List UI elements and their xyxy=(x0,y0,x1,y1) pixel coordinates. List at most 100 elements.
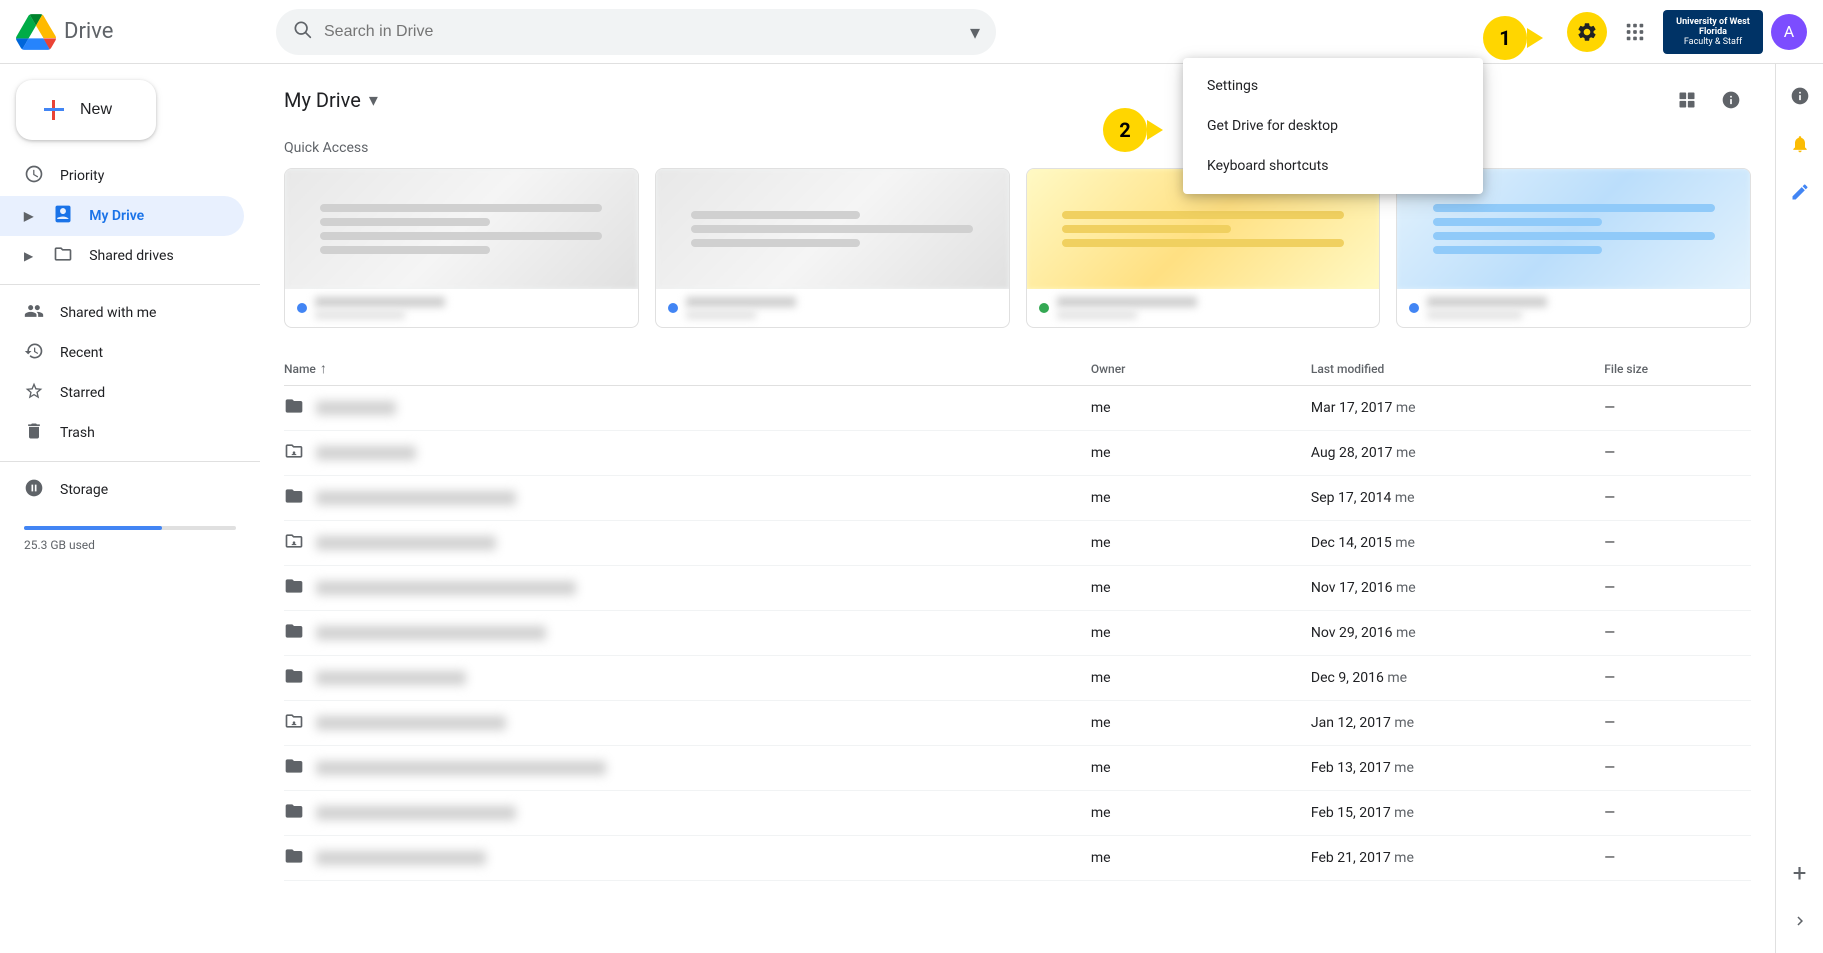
university-name: University of West Florida xyxy=(1671,17,1755,37)
file-name-cell xyxy=(284,521,1091,566)
search-dropdown-icon[interactable]: ▾ xyxy=(970,20,980,44)
table-row[interactable]: me Sep 17, 2014 me — xyxy=(284,476,1751,521)
owner-cell: me xyxy=(1091,836,1311,881)
card-name xyxy=(1057,297,1197,307)
owner-cell: me xyxy=(1091,566,1311,611)
university-badge[interactable]: University of West Florida Faculty & Sta… xyxy=(1663,10,1763,54)
my-drive-expand-arrow[interactable]: ▶ xyxy=(24,209,33,223)
add-panel-icon[interactable]: + xyxy=(1780,853,1820,893)
folder-icon xyxy=(284,846,304,870)
university-sub: Faculty & Staff xyxy=(1684,37,1742,47)
folder-icon xyxy=(284,801,304,825)
quick-access-card[interactable] xyxy=(655,168,1010,328)
sidebar-my-drive-label: My Drive xyxy=(89,208,144,224)
keyboard-shortcuts-menu-item[interactable]: Keyboard shortcuts xyxy=(1183,146,1483,186)
sidebar-item-storage[interactable]: Storage xyxy=(0,470,244,510)
file-name-text xyxy=(316,626,546,640)
owner-cell: me xyxy=(1091,746,1311,791)
folder-icon xyxy=(284,396,304,420)
card-subtitle xyxy=(315,311,405,319)
search-input[interactable] xyxy=(324,23,970,41)
settings-button[interactable] xyxy=(1567,12,1607,52)
table-row[interactable]: me Aug 28, 2017 me — xyxy=(284,431,1751,476)
table-row[interactable]: me Nov 29, 2016 me — xyxy=(284,611,1751,656)
info-button[interactable] xyxy=(1711,80,1751,120)
shared-folder-icon xyxy=(284,441,304,465)
modified-cell: Mar 17, 2017 me xyxy=(1311,386,1604,431)
sidebar-item-starred[interactable]: Starred xyxy=(0,373,244,413)
drive-title-dropdown-icon[interactable]: ▾ xyxy=(369,90,378,111)
modifier-label: me xyxy=(1396,580,1416,596)
settings-menu-item[interactable]: Settings xyxy=(1183,66,1483,106)
step2-arrow xyxy=(1147,120,1163,140)
edit-panel-icon[interactable] xyxy=(1780,172,1820,212)
modified-cell: Jan 12, 2017 me xyxy=(1311,701,1604,746)
table-row[interactable]: me Mar 17, 2017 me — xyxy=(284,386,1751,431)
table-row[interactable]: me Jan 12, 2017 me — xyxy=(284,701,1751,746)
shared-drives-expand-arrow[interactable]: ▶ xyxy=(24,249,33,263)
sidebar-item-recent[interactable]: Recent xyxy=(0,333,244,373)
file-name-text xyxy=(316,716,506,730)
file-name-text xyxy=(316,581,576,595)
size-cell: — xyxy=(1604,386,1751,431)
table-row[interactable]: me Dec 9, 2016 me — xyxy=(284,656,1751,701)
apps-button[interactable] xyxy=(1615,12,1655,52)
owner-cell: me xyxy=(1091,476,1311,521)
owner-cell: me xyxy=(1091,656,1311,701)
step2-number: 2 xyxy=(1103,108,1147,152)
table-row[interactable]: me Dec 14, 2015 me — xyxy=(284,521,1751,566)
header-right: 1 University of West Florida Faculty & S… xyxy=(1567,10,1807,54)
logo-area: Drive xyxy=(16,12,276,52)
user-avatar[interactable]: A xyxy=(1771,14,1807,50)
search-bar[interactable]: ▾ xyxy=(276,9,996,55)
card-name xyxy=(686,297,796,307)
size-cell: — xyxy=(1604,566,1751,611)
sidebar-divider xyxy=(0,284,260,285)
column-header-name[interactable]: Name ↑ xyxy=(284,352,1091,386)
sidebar-item-shared-with-me[interactable]: Shared with me xyxy=(0,293,244,333)
size-cell: — xyxy=(1604,746,1751,791)
get-drive-desktop-menu-item[interactable]: Get Drive for desktop xyxy=(1183,106,1483,146)
new-button-label: New xyxy=(80,101,112,119)
file-name-text xyxy=(316,806,516,820)
details-panel-icon[interactable] xyxy=(1780,76,1820,116)
card-dot xyxy=(1409,303,1419,313)
notifications-panel-icon[interactable] xyxy=(1780,124,1820,164)
my-drive-icon xyxy=(53,204,73,229)
quick-access-card[interactable] xyxy=(284,168,639,328)
table-row[interactable]: me Nov 17, 2016 me — xyxy=(284,566,1751,611)
card-dot xyxy=(1039,303,1049,313)
step1-number: 1 xyxy=(1483,16,1527,60)
card-thumbnail xyxy=(285,169,638,289)
sidebar-item-shared-drives[interactable]: ▶ Shared drives xyxy=(0,236,244,276)
file-name-text xyxy=(316,491,516,505)
sidebar-item-priority[interactable]: Priority xyxy=(0,156,244,196)
sidebar-shared-with-me-label: Shared with me xyxy=(60,305,156,321)
table-row[interactable]: me Feb 15, 2017 me — xyxy=(284,791,1751,836)
modifier-label: me xyxy=(1394,805,1414,821)
column-header-owner: Owner xyxy=(1091,352,1311,386)
card-subtitle xyxy=(1057,311,1137,319)
table-row[interactable]: me Feb 13, 2017 me — xyxy=(284,746,1751,791)
grid-view-button[interactable] xyxy=(1667,80,1707,120)
card-footer xyxy=(285,289,638,327)
card-subtitle xyxy=(686,311,756,319)
sidebar-divider-2 xyxy=(0,461,260,462)
sidebar-item-my-drive[interactable]: ▶ My Drive xyxy=(0,196,244,236)
new-button[interactable]: New xyxy=(16,80,156,140)
card-footer xyxy=(1397,289,1750,327)
column-header-modified: Last modified xyxy=(1311,352,1604,386)
file-name-cell xyxy=(284,476,1091,521)
storage-info: 25.3 GB used xyxy=(0,510,260,568)
table-row[interactable]: me Feb 21, 2017 me — xyxy=(284,836,1751,881)
recent-icon xyxy=(24,341,44,366)
size-cell: — xyxy=(1604,836,1751,881)
sidebar-item-trash[interactable]: Trash xyxy=(0,413,244,453)
sidebar-priority-label: Priority xyxy=(60,168,104,184)
collapse-right-sidebar-icon[interactable] xyxy=(1780,901,1820,941)
modified-cell: Dec 9, 2016 me xyxy=(1311,656,1604,701)
drive-logo-icon xyxy=(16,12,56,52)
modifier-label: me xyxy=(1394,715,1414,731)
owner-cell: me xyxy=(1091,791,1311,836)
file-name-cell xyxy=(284,701,1091,746)
